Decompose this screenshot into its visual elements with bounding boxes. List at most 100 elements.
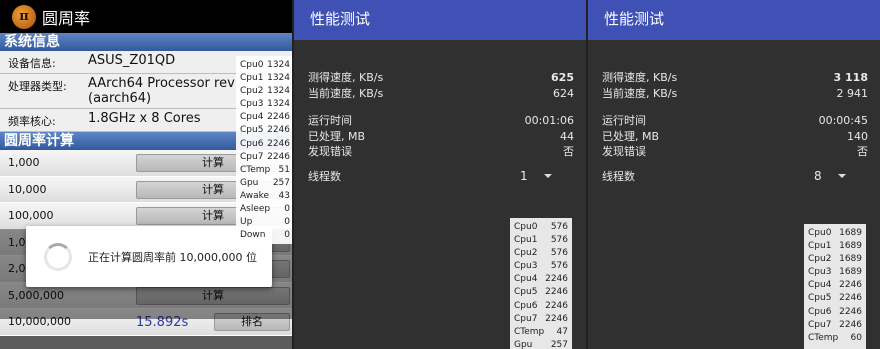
metric-value: 否 [857,145,868,158]
metric-value: 否 [563,145,574,158]
stats-value: 60 [850,332,862,343]
stats-value: 1689 [839,254,862,265]
current-speed-row: 当前速度, KB/s 624 [308,86,574,102]
info-key: 设备信息: [8,57,56,70]
stats-value: 1324 [267,60,290,70]
stats-row: CTemp 47 [514,326,568,339]
calc-digits-label: 100,000 [8,209,54,223]
measured-speed-row: 测得速度, KB/s 3 118 [602,70,868,86]
stats-value: 2246 [839,293,862,304]
stats-row: Cpu7 2246 [240,151,290,164]
stats-row: Cpu4 2246 [240,111,290,124]
stats-row: Cpu0 1689 [808,227,862,240]
threads-label: 线程数 [308,169,341,183]
stats-row: Cpu6 2246 [808,306,862,319]
stats-value: 2246 [545,300,568,311]
metric-label: 当前速度, KB/s [308,86,384,100]
info-key: 处理器类型: [8,80,67,93]
stats-key: Cpu3 [240,99,264,110]
metric-label: 当前速度, KB/s [602,86,678,100]
stats-value: 0 [284,217,290,228]
stats-row: Cpu0 1324 [240,59,290,72]
metric-value: 44 [560,129,574,143]
stats-row: CTemp 60 [808,332,862,345]
stats-key: Cpu2 [514,248,538,259]
stats-row: Cpu0 576 [514,221,568,234]
stats-value: 2246 [545,313,568,324]
stats-key: Cpu7 [514,313,538,324]
stats-row: Down 0 [240,229,290,242]
dropdown-arrow-icon[interactable] [838,173,846,178]
stats-key: Asleep [240,204,271,215]
stats-row: Cpu2 1689 [808,253,862,266]
info-key: 频率核心: [8,115,56,128]
stats-row: Cpu1 1324 [240,72,290,85]
metric-value: 624 [553,86,574,100]
stats-key: Cpu3 [514,261,538,272]
metric-value: 625 [551,71,574,84]
benchmark-panel-2: 性能测试 测得速度, KB/s 3 118 当前速度, KB/s 2 941 运… [588,0,880,349]
stats-row: Cpu5 2246 [808,292,862,305]
stats-row: Cpu3 1689 [808,266,862,279]
stats-key: Cpu7 [808,319,832,330]
stats-key: Down [240,230,266,241]
stats-value: 2246 [267,112,290,123]
stats-key: CTemp [808,332,839,343]
stats-row: Cpu2 576 [514,247,568,260]
stats-row: Up 0 [240,216,290,229]
stats-key: Cpu6 [240,138,264,149]
stats-value: 2246 [839,319,862,330]
stats-row: Cpu4 2246 [808,279,862,292]
processed-row: 已处理, MB 44 [308,129,574,145]
stats-value: 257 [272,177,290,188]
run-time-row: 运行时间 00:00:45 [602,113,868,129]
app-bar: 性能测试 [294,0,586,40]
loading-spinner-icon [44,242,72,271]
stats-key: Cpu1 [514,235,538,246]
stats-value: 1324 [267,86,290,97]
info-value: AArch64 Processor rev (aarch64) [88,76,235,106]
stats-value: 1689 [839,228,862,238]
stats-key: Cpu0 [240,60,264,70]
info-value: 1.8GHz x 8 Cores [88,111,201,126]
stats-value: 576 [550,235,568,246]
app-title: 圆周率 [42,8,91,28]
stats-value: 2246 [839,306,862,317]
stats-key: Cpu4 [240,112,264,123]
stats-value: 1324 [267,73,290,84]
stats-row: Cpu6 2246 [240,138,290,151]
benchmark-body: 测得速度, KB/s 625 当前速度, KB/s 624 运行时间 00:01… [294,40,586,188]
metric-value: 00:00:45 [818,114,868,127]
stats-key: Cpu0 [514,222,538,232]
stats-row: Awake 43 [240,190,290,203]
stats-key: Awake [240,190,270,201]
stats-value: 1324 [267,99,290,110]
cpu-stats-overlay: Cpu0 576 Cpu1 576 Cpu2 576 Cpu3 576 Cpu4 2246 Cpu5… [510,218,572,349]
metric-label: 已处理, MB [308,129,366,143]
stats-value: 51 [278,164,290,175]
pi-logo-icon: π [12,4,36,29]
stats-row: Cpu2 1324 [240,85,290,98]
stats-key: Cpu0 [808,228,832,238]
stats-row: Cpu7 2246 [808,319,862,332]
metric-label: 已处理, MB [602,129,660,143]
threads-dropdown-value[interactable]: 1 [520,169,544,183]
stats-value: 576 [550,222,568,232]
metric-label: 测得速度, KB/s [308,71,384,84]
stats-key: Cpu3 [808,267,832,278]
threads-dropdown-value[interactable]: 8 [814,169,838,183]
stats-row: Cpu3 576 [514,260,568,273]
stats-row: Cpu1 576 [514,234,568,247]
stats-key: Cpu5 [808,293,832,304]
metric-value: 140 [847,129,868,143]
processed-row: 已处理, MB 140 [602,129,868,145]
info-value: ASUS_Z01QD [88,53,176,68]
stats-value: 0 [284,230,290,241]
cpu-stats-overlay: Cpu0 1689 Cpu1 1689 Cpu2 1689 Cpu3 1689 Cpu4 2246… [804,224,866,349]
errors-row: 发现错误 否 [602,144,868,160]
stats-key: Gpu [514,339,533,349]
stats-value: 2246 [545,274,568,285]
dropdown-arrow-icon[interactable] [544,173,552,178]
benchmark-panel-1: 性能测试 测得速度, KB/s 625 当前速度, KB/s 624 运行时间 … [294,0,586,349]
metric-label: 发现错误 [602,145,646,158]
